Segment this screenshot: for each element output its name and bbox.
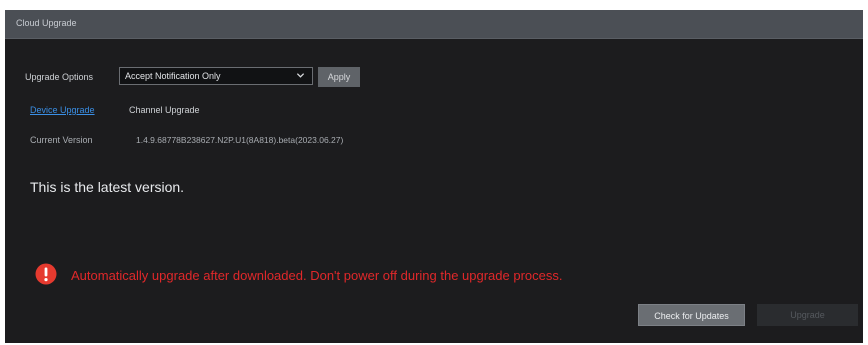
chevron-down-icon	[296, 73, 305, 78]
current-version-label: Current Version	[30, 135, 93, 145]
latest-version-message: This is the latest version.	[30, 179, 185, 195]
cloud-upgrade-panel: Cloud Upgrade Upgrade Options Accept Not…	[5, 10, 863, 343]
window-title: Cloud Upgrade	[16, 18, 77, 28]
apply-button[interactable]: Apply	[318, 67, 360, 87]
upgrade-options-select[interactable]: Accept Notification Only	[119, 67, 313, 85]
tab-channel-upgrade[interactable]: Channel Upgrade	[129, 105, 200, 115]
title-bar: Cloud Upgrade	[5, 10, 863, 39]
check-for-updates-button[interactable]: Check for Updates	[638, 304, 745, 326]
tab-device-upgrade[interactable]: Device Upgrade	[30, 105, 95, 115]
current-version-value: 1.4.9.68778B238627.N2P.U1(8A818).beta(20…	[136, 135, 344, 145]
alert-circle-icon	[35, 263, 57, 285]
upgrade-options-value: Accept Notification Only	[125, 71, 221, 81]
upgrade-button[interactable]: Upgrade	[757, 304, 858, 326]
upgrade-options-label: Upgrade Options	[25, 72, 94, 82]
upgrade-warning-text: Automatically upgrade after downloaded. …	[71, 268, 563, 283]
